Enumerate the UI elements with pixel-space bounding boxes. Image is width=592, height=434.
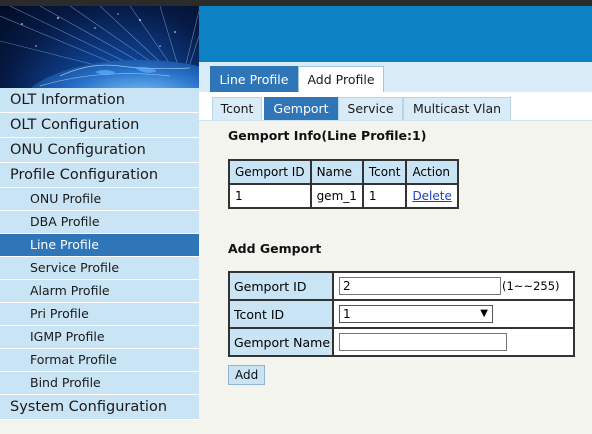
cell-name: gem_1 <box>309 183 364 209</box>
delete-link[interactable]: Delete <box>412 189 451 203</box>
sidebar-item-system-configuration[interactable]: System Configuration <box>0 395 199 420</box>
chevron-down-icon: ▼ <box>480 308 488 319</box>
main-content: Gemport Info(Line Profile:1) Gemport ID … <box>199 121 592 434</box>
gemport-id-label: Gemport ID <box>228 271 334 301</box>
tab-tcont[interactable]: Tcont <box>212 97 262 120</box>
cell-gemport-id: 1 <box>228 183 312 209</box>
sidebar-subitem-dba-profile[interactable]: DBA Profile <box>0 211 199 234</box>
gemport-name-input[interactable] <box>339 333 507 351</box>
add-button[interactable]: Add <box>228 365 266 385</box>
gemport-info-table: Gemport ID Name Tcont Action 1 gem_1 1 D… <box>228 159 459 209</box>
tcont-id-select[interactable]: 1 ▼ <box>339 305 493 323</box>
table-header-row: Gemport ID Name Tcont Action <box>228 159 459 185</box>
col-header-gemport-id: Gemport ID <box>228 159 312 185</box>
gemport-info-title: Gemport Info(Line Profile:1) <box>228 128 427 143</box>
gemport-name-cell <box>332 327 575 357</box>
gemport-id-range-hint: (1~~255) <box>502 279 560 293</box>
sidebar-item-olt-configuration[interactable]: OLT Configuration <box>0 113 199 138</box>
sidebar-subitem-format-profile[interactable]: Format Profile <box>0 349 199 372</box>
cell-action: Delete <box>405 183 459 209</box>
gemport-name-label: Gemport Name <box>228 327 334 357</box>
secondary-tabs: Tcont Gemport Service Multicast Vlan <box>199 92 592 121</box>
tab-service[interactable]: Service <box>338 97 403 120</box>
sidebar-subitem-onu-profile[interactable]: ONU Profile <box>0 188 199 211</box>
tcont-id-label: Tcont ID <box>228 299 334 329</box>
tcont-id-cell: 1 ▼ <box>332 299 575 329</box>
tcont-id-selected-value: 1 <box>343 307 351 321</box>
primary-tabs: Line Profile Add Profile <box>199 62 592 92</box>
sidebar-subitem-igmp-profile[interactable]: IGMP Profile <box>0 326 199 349</box>
add-gemport-title: Add Gemport <box>228 241 322 256</box>
col-header-name: Name <box>309 159 364 185</box>
col-header-tcont: Tcont <box>361 159 408 185</box>
sidebar-item-olt-information[interactable]: OLT Information <box>0 88 199 113</box>
sidebar: OLT Information OLT Configuration ONU Co… <box>0 88 199 420</box>
sidebar-subitem-pri-profile[interactable]: Pri Profile <box>0 303 199 326</box>
tab-add-profile[interactable]: Add Profile <box>298 66 384 92</box>
table-row: 1 gem_1 1 Delete <box>228 183 459 209</box>
sidebar-item-onu-configuration[interactable]: ONU Configuration <box>0 138 199 163</box>
sidebar-subitem-alarm-profile[interactable]: Alarm Profile <box>0 280 199 303</box>
add-gemport-form: Gemport ID (1~~255) Tcont ID 1▼ Gemport … <box>228 271 575 357</box>
gemport-id-input[interactable] <box>339 277 501 295</box>
sidebar-subitem-service-profile[interactable]: Service Profile <box>0 257 199 280</box>
tab-multicast-vlan[interactable]: Multicast Vlan <box>403 97 511 120</box>
col-header-action: Action <box>405 159 459 185</box>
header-banner <box>199 6 592 62</box>
globe-graphic <box>0 6 199 88</box>
tab-line-profile[interactable]: Line Profile <box>210 66 298 92</box>
sidebar-item-profile-configuration[interactable]: Profile Configuration <box>0 163 199 188</box>
sidebar-subitem-bind-profile[interactable]: Bind Profile <box>0 372 199 395</box>
sidebar-subitem-line-profile[interactable]: Line Profile <box>0 234 199 257</box>
banner-globe-image <box>0 6 199 88</box>
cell-tcont: 1 <box>361 183 408 209</box>
gemport-id-cell: (1~~255) <box>332 271 575 301</box>
tab-gemport[interactable]: Gemport <box>264 97 338 120</box>
